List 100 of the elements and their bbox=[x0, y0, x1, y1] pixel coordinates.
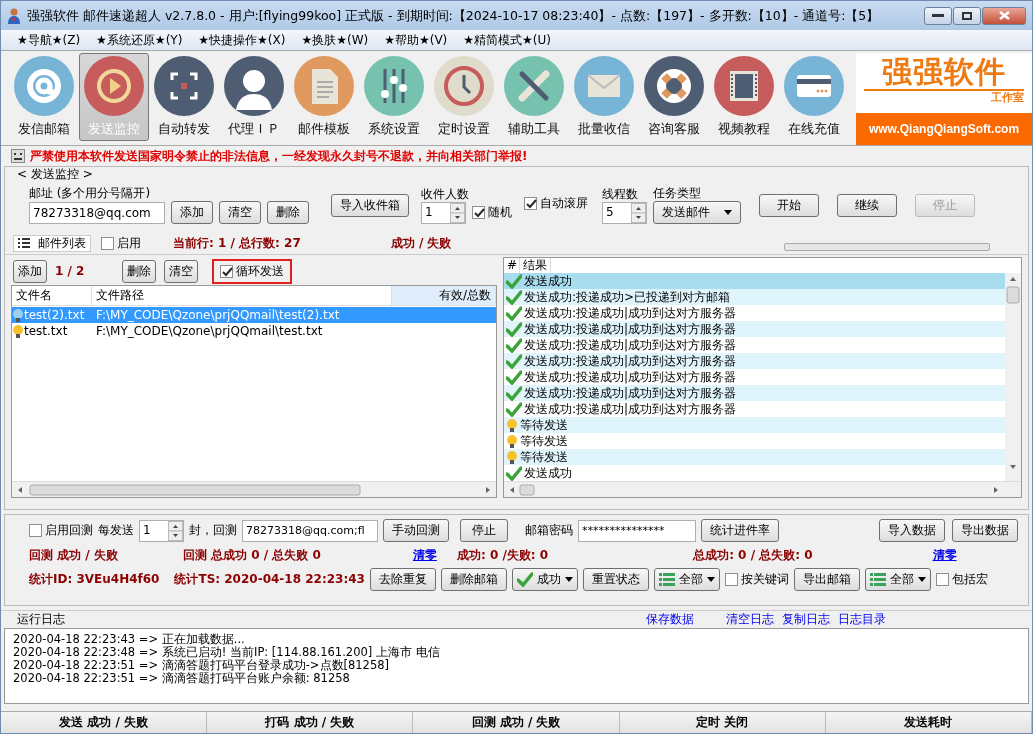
file-name: test(2).txt bbox=[24, 307, 86, 323]
clear-link[interactable]: 清零 bbox=[412, 547, 437, 563]
menu-item[interactable]: ★帮助★(V) bbox=[378, 32, 454, 48]
play-icon bbox=[84, 56, 144, 116]
checkbox[interactable] bbox=[472, 206, 485, 219]
button[interactable]: 导出数据 bbox=[952, 519, 1018, 542]
log-link[interactable]: 清空日志 bbox=[726, 612, 774, 627]
button[interactable]: 删除 bbox=[267, 201, 309, 224]
checkbox[interactable] bbox=[935, 573, 949, 586]
button[interactable]: 添加 bbox=[13, 259, 47, 283]
menu-item[interactable]: ★换肤★(W) bbox=[295, 32, 375, 48]
dropdown-button[interactable]: 成功 bbox=[511, 568, 578, 591]
card-icon bbox=[784, 56, 844, 116]
close-button[interactable] bbox=[982, 6, 1026, 25]
toolbar-button[interactable]: 自动转发 bbox=[149, 53, 219, 141]
warning-icon bbox=[11, 149, 25, 163]
button[interactable]: 开始 bbox=[759, 193, 819, 217]
toolbar-button[interactable]: 辅助工具 bbox=[499, 53, 569, 141]
checkbox[interactable] bbox=[724, 573, 738, 586]
spin-box[interactable]: 1 bbox=[139, 519, 184, 542]
lightbulb-icon bbox=[506, 449, 518, 465]
user-icon bbox=[7, 7, 21, 24]
text-field[interactable]: 78273318@qq.com;fl bbox=[242, 519, 378, 542]
column-header[interactable]: 文件名 bbox=[12, 286, 92, 305]
button[interactable]: 清空 bbox=[164, 259, 199, 283]
checkbox-label: 自动滚屏 bbox=[540, 196, 588, 211]
dropdown-button[interactable]: 全部 bbox=[653, 568, 720, 591]
checkbox-label: 随机 bbox=[488, 205, 512, 220]
button[interactable]: 删除 bbox=[122, 259, 157, 283]
toolbar-button[interactable]: 咨询客服 bbox=[639, 53, 709, 141]
log-link[interactable]: 保存数据 bbox=[646, 612, 694, 627]
caret-icon bbox=[706, 577, 715, 582]
minimize-icon bbox=[932, 13, 944, 18]
list-tab[interactable]: 邮件列表 bbox=[13, 234, 91, 252]
scrollbar[interactable] bbox=[1005, 273, 1021, 481]
section-title: 运行日志 bbox=[17, 612, 65, 627]
log-line: 2020-04-18 22:23:51 => 滴滴答题打码平台登录成功->点数[81258] bbox=[13, 659, 391, 672]
task-type-dropdown[interactable]: 发送邮件 bbox=[653, 201, 741, 224]
checkmark-icon bbox=[506, 321, 522, 337]
menu-item[interactable]: ★快捷操作★(X) bbox=[192, 32, 292, 48]
spin-box[interactable]: 1 bbox=[421, 201, 466, 224]
log-link[interactable]: 日志目录 bbox=[838, 612, 886, 627]
checkmark-icon bbox=[506, 401, 522, 417]
result-row[interactable]: 发送成功:投递成功>已投递到对方邮箱 bbox=[504, 289, 1005, 305]
button[interactable]: 导出邮箱 bbox=[793, 568, 860, 591]
result-row[interactable]: 发送成功:投递成功|成功到达对方服务器 bbox=[504, 353, 1005, 369]
button[interactable]: 清空 bbox=[219, 201, 261, 224]
button[interactable]: 导入数据 bbox=[879, 519, 945, 542]
dropdown-button[interactable]: 全部 bbox=[864, 568, 931, 591]
result-row[interactable]: 发送成功:投递成功|成功到达对方服务器 bbox=[504, 321, 1005, 337]
text-field[interactable]: *************** bbox=[578, 519, 696, 542]
checkmark-icon bbox=[506, 385, 522, 401]
caret-icon bbox=[724, 210, 732, 215]
button[interactable]: 导入收件箱 bbox=[331, 193, 409, 217]
button[interactable]: 删除邮箱 bbox=[440, 568, 507, 591]
result-row[interactable]: 等待发送 bbox=[504, 417, 1005, 433]
scrollbar[interactable] bbox=[504, 481, 1021, 497]
spin-arrows-icon bbox=[450, 202, 465, 223]
checkbox-label: 循环发送 bbox=[236, 263, 285, 279]
group-title: < 发送监控 > bbox=[16, 167, 94, 182]
focus-icon bbox=[154, 56, 214, 116]
file-name: test.txt bbox=[24, 323, 69, 339]
spin-box[interactable]: 5 bbox=[602, 201, 647, 224]
menu-item[interactable]: ★系统还原★(Y) bbox=[90, 32, 189, 48]
file-row[interactable]: test.txt F:\MY_CODE\Qzone\prjQQmail\test.txt bbox=[12, 323, 496, 339]
toolbar-button[interactable]: 批量收信 bbox=[569, 53, 639, 141]
clear-link[interactable]: 清零 bbox=[932, 547, 957, 563]
toolbar-button[interactable]: 在线充值 bbox=[779, 53, 849, 141]
field-label: 封，回测 bbox=[189, 523, 237, 538]
checkmark-icon bbox=[506, 337, 522, 353]
result-row[interactable]: 发送成功 bbox=[504, 273, 1005, 289]
button[interactable]: 停止 bbox=[460, 519, 508, 542]
result-row[interactable]: 等待发送 bbox=[504, 449, 1005, 465]
button[interactable]: 重置状态 bbox=[582, 568, 649, 591]
column-header[interactable]: 有效/总数 bbox=[392, 286, 496, 305]
checkbox[interactable] bbox=[524, 197, 537, 210]
result-row[interactable]: 发送成功:投递成功|成功到达对方服务器 bbox=[504, 385, 1005, 401]
toolbar-button[interactable]: 发信邮箱 bbox=[9, 53, 79, 141]
checkbox[interactable] bbox=[101, 236, 114, 250]
maximize-button[interactable] bbox=[953, 6, 981, 25]
toolbar-button[interactable]: 系统设置 bbox=[359, 53, 429, 141]
checkbox[interactable] bbox=[29, 524, 42, 537]
minimize-button[interactable] bbox=[924, 6, 952, 25]
toolbar-button[interactable]: 视频教程 bbox=[709, 53, 779, 141]
checkbox[interactable] bbox=[220, 264, 234, 278]
scrollbar[interactable] bbox=[12, 481, 496, 497]
button[interactable]: 去除重复 bbox=[369, 568, 436, 591]
button[interactable]: 统计进件率 bbox=[701, 519, 779, 542]
button[interactable]: 继续 bbox=[837, 193, 897, 217]
menu-item[interactable]: ★精简模式★(U) bbox=[457, 32, 557, 48]
status-cell: 打码 成功 / 失败 bbox=[207, 712, 414, 733]
toolbar-button[interactable]: 邮件模板 bbox=[289, 53, 359, 141]
toolbar-button[interactable]: 代理ＩＰ bbox=[219, 53, 289, 141]
menu-item[interactable]: ★导航★(Z) bbox=[11, 32, 87, 48]
checkmark-icon bbox=[516, 572, 533, 587]
button[interactable]: 手动回测 bbox=[383, 519, 449, 542]
button[interactable]: 添加 bbox=[171, 201, 213, 224]
text-field[interactable]: 78273318@qq.com bbox=[29, 201, 165, 224]
toolbar-button[interactable]: 定时设置 bbox=[429, 53, 499, 141]
log-link[interactable]: 复制日志 bbox=[782, 612, 830, 627]
